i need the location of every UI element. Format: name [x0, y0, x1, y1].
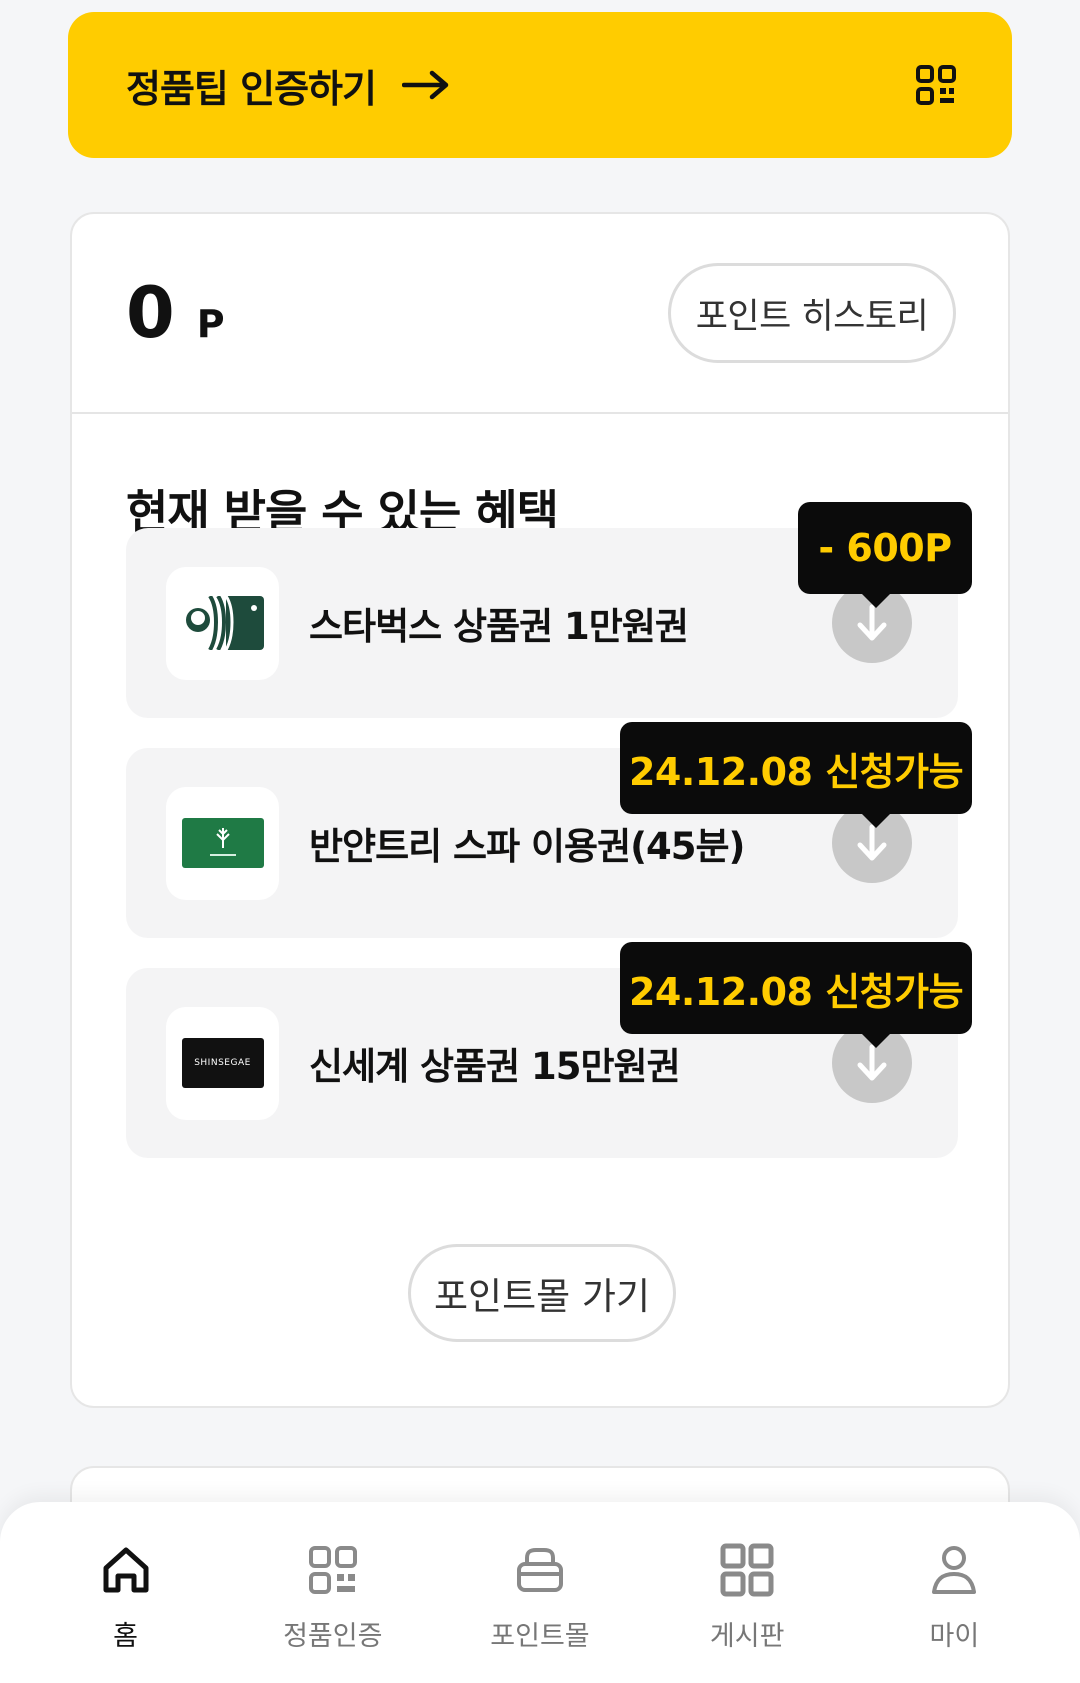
points-header: 0 P 포인트 히스토리 — [72, 214, 1008, 414]
banyan-tree-card-icon — [181, 818, 264, 868]
arrow-down-icon — [857, 824, 887, 861]
arrow-down-icon — [857, 1044, 887, 1081]
points-card: 0 P 포인트 히스토리 현재 받을 수 있는 혜택 스타벅스 상품권 1만원권… — [70, 212, 1010, 1408]
points-number: 0 — [126, 272, 175, 354]
starbucks-card-icon — [181, 596, 264, 650]
certification-title: 정품팁 인증하기 — [126, 66, 377, 111]
benefit-name: 반얀트리 스파 이용권(45분) — [309, 825, 745, 868]
availability-tooltip: 24.12.08 신청가능 — [620, 942, 972, 1048]
points-balance: 0 P — [126, 272, 225, 354]
nav-label: 포인트몰 — [490, 1621, 590, 1652]
benefit-name: 신세계 상품권 15만원권 — [309, 1045, 681, 1088]
nav-label: 홈 — [113, 1621, 139, 1652]
go-to-point-mall-button[interactable]: 포인트몰 가기 — [408, 1244, 676, 1342]
qr-icon — [308, 1546, 357, 1594]
home-icon — [103, 1547, 149, 1593]
qr-icon[interactable] — [916, 65, 956, 105]
nav-item-certification[interactable]: 정품인증 — [243, 1542, 423, 1683]
certification-banner-left: 정품팁 인증하기 — [126, 58, 450, 113]
benefit-thumbnail — [166, 786, 279, 900]
page: 정품팁 인증하기 0 P 포인트 히스토리 현재 받을 수 있는 혜택 스타벅스… — [0, 0, 1080, 1683]
benefit-name: 스타벅스 상품권 1만원권 — [309, 605, 689, 648]
nav-item-my[interactable]: 마이 — [864, 1542, 1044, 1683]
nav-item-board[interactable]: 게시판 — [657, 1542, 837, 1683]
benefit-thumbnail — [166, 566, 279, 680]
nav-label: 정품인증 — [283, 1621, 383, 1652]
nav-label: 게시판 — [709, 1621, 785, 1652]
shinsegae-card-icon: SHINSEGAE — [181, 1038, 264, 1088]
arrow-right-icon — [401, 70, 449, 100]
point-cost-tooltip: - 600P — [798, 502, 972, 608]
bottom-navigation: 홈 정품인증 포인트몰 게시판 마이 — [0, 1502, 1080, 1683]
certification-banner[interactable]: 정품팁 인증하기 — [68, 12, 1012, 158]
points-unit: P — [196, 302, 225, 346]
grid-icon — [720, 1543, 774, 1597]
person-icon — [932, 1546, 977, 1594]
nav-label: 마이 — [929, 1621, 980, 1652]
shop-icon — [516, 1548, 563, 1592]
nav-item-point-mall[interactable]: 포인트몰 — [450, 1542, 630, 1683]
nav-item-home[interactable]: 홈 — [36, 1542, 216, 1683]
point-history-button[interactable]: 포인트 히스토리 — [668, 263, 956, 363]
arrow-down-icon — [857, 604, 887, 641]
availability-tooltip: 24.12.08 신청가능 — [620, 722, 972, 828]
shinsegae-card-text: SHINSEGAE — [194, 1058, 251, 1068]
benefit-thumbnail: SHINSEGAE — [166, 1006, 279, 1120]
